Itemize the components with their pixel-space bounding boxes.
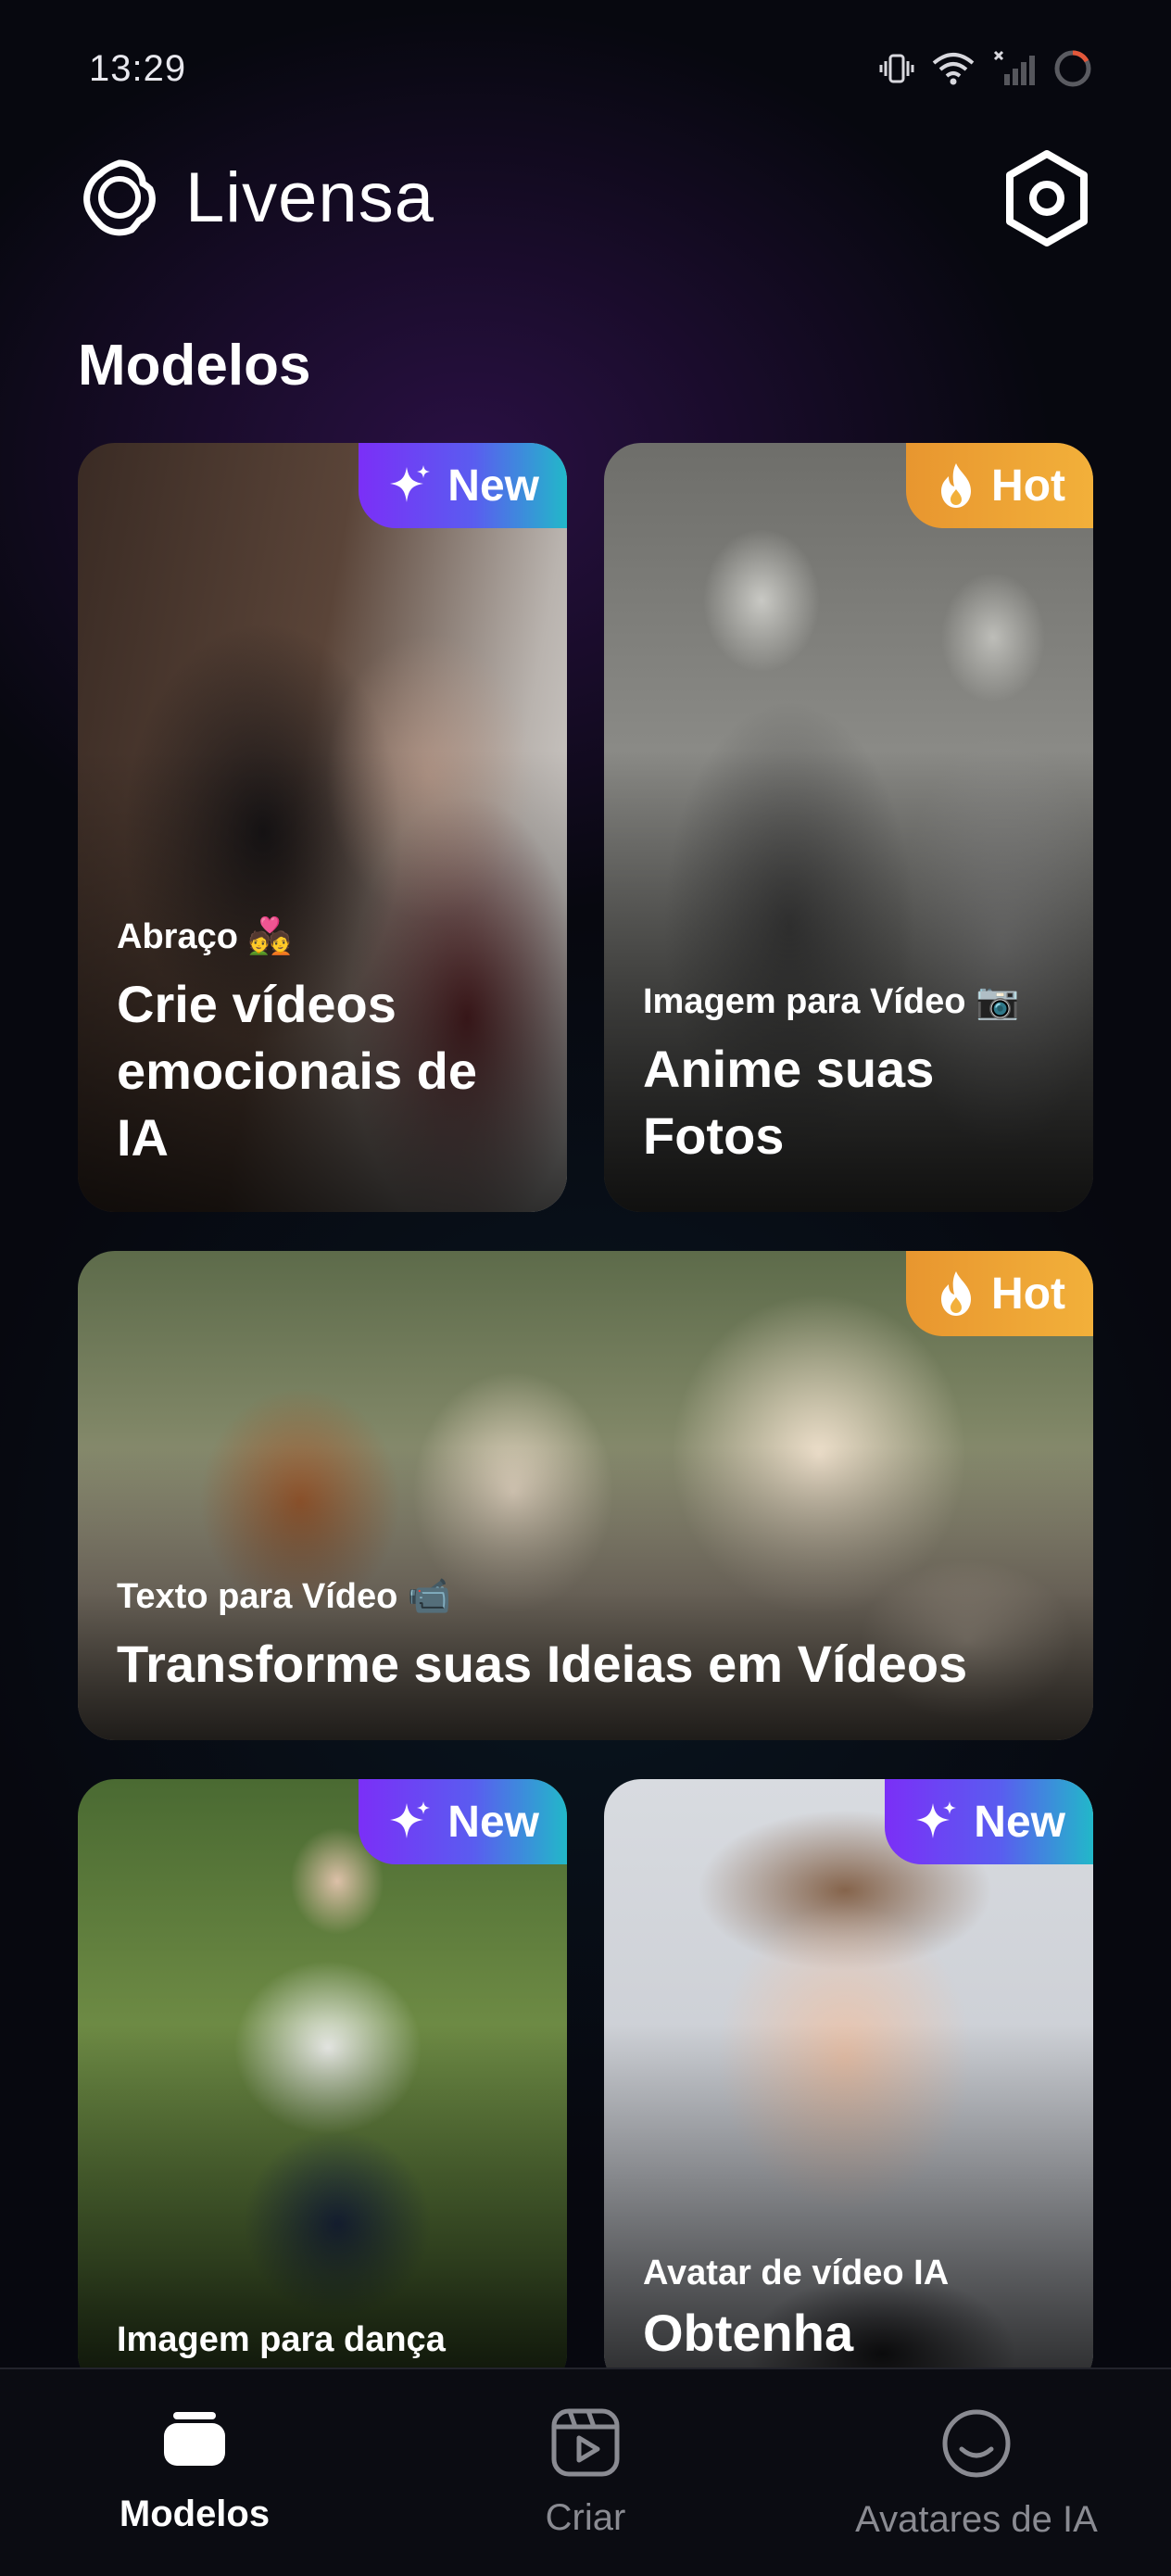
- wifi-icon: [932, 53, 975, 85]
- card-subtitle: Abraço 💑: [117, 917, 292, 956]
- fire-icon: [941, 463, 972, 508]
- settings-button[interactable]: [1001, 148, 1093, 250]
- card-title: Crie vídeos emocionais de IA: [117, 975, 478, 1167]
- card-subtitle: Texto para Vídeo 📹: [117, 1577, 452, 1616]
- hot-badge: Hot: [906, 1251, 1093, 1336]
- card-title: Transforme suas Ideias em Vídeos: [117, 1635, 968, 1693]
- card-subtitle: Imagem para Vídeo 📷: [643, 982, 1020, 1021]
- card-title: Obtenha: [643, 2304, 854, 2362]
- nav-item-avatares[interactable]: Avatares de IA: [837, 2406, 1115, 2542]
- new-badge: New: [885, 1779, 1093, 1864]
- nav-label: Criar: [545, 2497, 626, 2538]
- vibrate-icon: [879, 54, 914, 83]
- app-header: Livensa: [78, 148, 1093, 250]
- nav-item-criar[interactable]: Criar: [447, 2406, 724, 2540]
- badge-label: New: [447, 1797, 539, 1847]
- livensa-logo-icon: [83, 159, 156, 236]
- create-video-icon: [551, 2408, 620, 2477]
- badge-label: New: [974, 1797, 1065, 1847]
- app-name: Livensa: [185, 158, 434, 237]
- nav-label: Avatares de IA: [855, 2499, 1098, 2540]
- avatar-smile-icon: [942, 2409, 1011, 2478]
- sparkle-icon: [916, 1801, 957, 1838]
- card-subtitle: Avatar de vídeo IA: [643, 2254, 950, 2292]
- card-title: Anime suas Fotos: [643, 1040, 935, 1165]
- new-badge: New: [359, 443, 567, 528]
- status-time: 13:29: [89, 48, 187, 89]
- template-card-ai-avatar[interactable]: New Avatar de vídeo IA Obtenha: [604, 1779, 1093, 2391]
- section-title: Modelos: [78, 334, 311, 398]
- new-badge: New: [359, 1779, 567, 1864]
- status-icons: [878, 48, 1093, 89]
- bottom-nav: Modelos Criar Avatares de IA: [0, 2368, 1171, 2576]
- badge-label: Hot: [991, 1269, 1065, 1319]
- status-bar: 13:29: [0, 0, 1171, 139]
- fire-icon: [941, 1271, 972, 1316]
- signal-icon: [993, 50, 1035, 85]
- template-card-text-to-video[interactable]: Hot Texto para Vídeo 📹 Transforme suas I…: [78, 1251, 1093, 1740]
- template-card-image-to-video[interactable]: Hot Imagem para Vídeo 📷 Anime suas Fotos: [604, 443, 1093, 1212]
- sparkle-icon: [390, 465, 431, 502]
- app-screen: 13:29 Livensa Modelos New Abraço 💑 Crie …: [0, 0, 1171, 2576]
- template-card-dance[interactable]: New Imagem para dança: [78, 1779, 567, 2391]
- badge-label: New: [447, 461, 539, 511]
- nav-item-modelos[interactable]: Modelos: [56, 2406, 334, 2536]
- templates-icon: [164, 2412, 225, 2466]
- sparkle-icon: [390, 1801, 431, 1838]
- battery-icon: [1054, 50, 1091, 87]
- hot-badge: Hot: [906, 443, 1093, 528]
- nav-label: Modelos: [119, 2494, 271, 2534]
- template-card-hug[interactable]: New Abraço 💑 Crie vídeos emocionais de I…: [78, 443, 567, 1212]
- badge-label: Hot: [991, 461, 1065, 511]
- card-subtitle: Imagem para dança: [117, 2320, 446, 2359]
